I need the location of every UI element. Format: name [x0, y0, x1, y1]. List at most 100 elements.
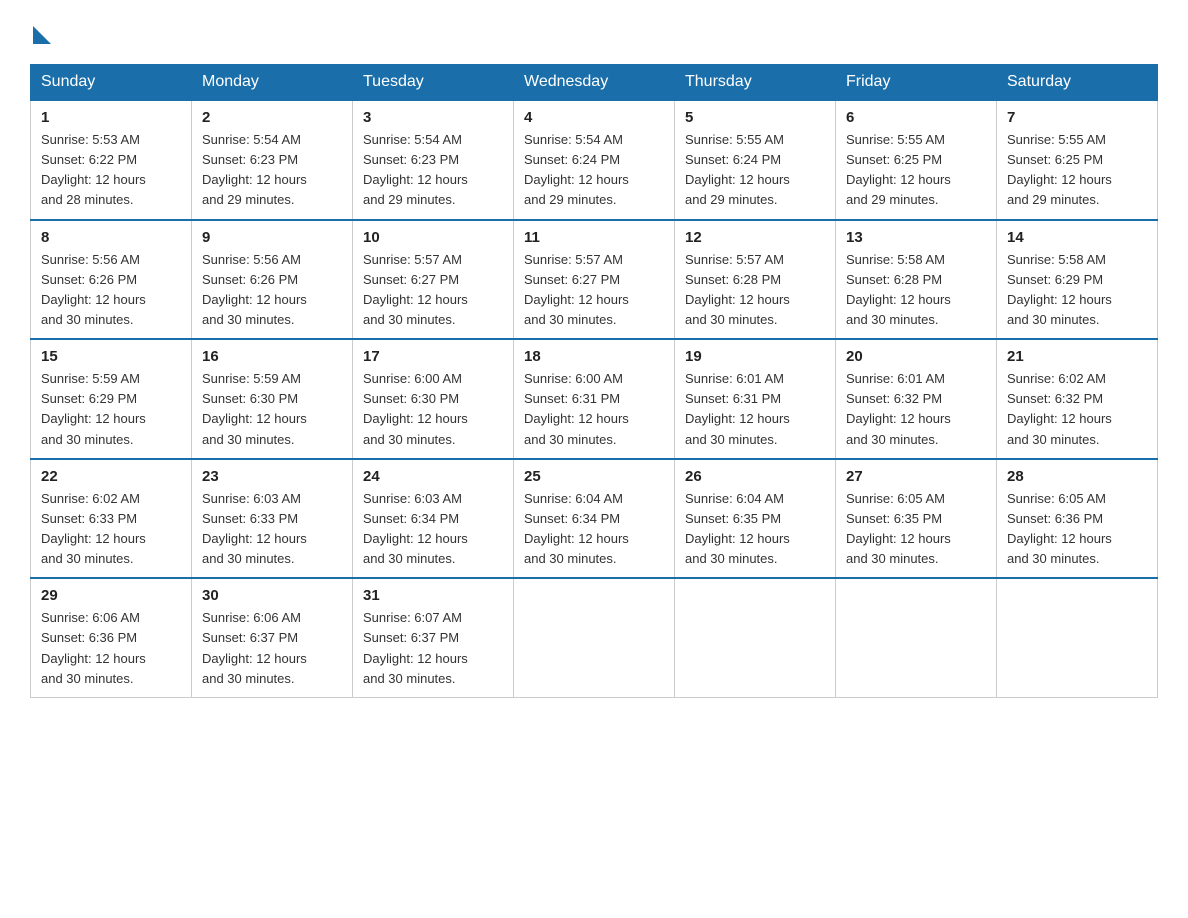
calendar-cell: 13 Sunrise: 5:58 AMSunset: 6:28 PMDaylig…: [836, 220, 997, 340]
calendar-cell: [514, 578, 675, 697]
day-number: 28: [1007, 468, 1147, 485]
day-info: Sunrise: 6:00 AMSunset: 6:31 PMDaylight:…: [524, 371, 629, 446]
calendar-week-3: 15 Sunrise: 5:59 AMSunset: 6:29 PMDaylig…: [31, 339, 1158, 459]
day-number: 10: [363, 229, 503, 246]
calendar-cell: 2 Sunrise: 5:54 AMSunset: 6:23 PMDayligh…: [192, 100, 353, 220]
day-number: 17: [363, 348, 503, 365]
calendar-cell: 12 Sunrise: 5:57 AMSunset: 6:28 PMDaylig…: [675, 220, 836, 340]
day-info: Sunrise: 5:54 AMSunset: 6:24 PMDaylight:…: [524, 132, 629, 207]
day-info: Sunrise: 5:55 AMSunset: 6:24 PMDaylight:…: [685, 132, 790, 207]
calendar-cell: 24 Sunrise: 6:03 AMSunset: 6:34 PMDaylig…: [353, 459, 514, 579]
day-number: 16: [202, 348, 342, 365]
day-number: 18: [524, 348, 664, 365]
column-header-wednesday: Wednesday: [514, 65, 675, 101]
day-number: 26: [685, 468, 825, 485]
calendar-week-1: 1 Sunrise: 5:53 AMSunset: 6:22 PMDayligh…: [31, 100, 1158, 220]
day-info: Sunrise: 6:06 AMSunset: 6:37 PMDaylight:…: [202, 610, 307, 685]
day-info: Sunrise: 5:57 AMSunset: 6:27 PMDaylight:…: [363, 252, 468, 327]
day-info: Sunrise: 6:04 AMSunset: 6:35 PMDaylight:…: [685, 491, 790, 566]
day-info: Sunrise: 5:57 AMSunset: 6:28 PMDaylight:…: [685, 252, 790, 327]
day-info: Sunrise: 5:58 AMSunset: 6:28 PMDaylight:…: [846, 252, 951, 327]
day-number: 31: [363, 587, 503, 604]
calendar-cell: 8 Sunrise: 5:56 AMSunset: 6:26 PMDayligh…: [31, 220, 192, 340]
day-number: 15: [41, 348, 181, 365]
calendar-cell: 7 Sunrise: 5:55 AMSunset: 6:25 PMDayligh…: [997, 100, 1158, 220]
calendar-cell: 10 Sunrise: 5:57 AMSunset: 6:27 PMDaylig…: [353, 220, 514, 340]
day-info: Sunrise: 6:05 AMSunset: 6:35 PMDaylight:…: [846, 491, 951, 566]
day-number: 22: [41, 468, 181, 485]
day-info: Sunrise: 6:01 AMSunset: 6:32 PMDaylight:…: [846, 371, 951, 446]
calendar-cell: 19 Sunrise: 6:01 AMSunset: 6:31 PMDaylig…: [675, 339, 836, 459]
day-number: 27: [846, 468, 986, 485]
day-number: 1: [41, 109, 181, 126]
calendar-week-2: 8 Sunrise: 5:56 AMSunset: 6:26 PMDayligh…: [31, 220, 1158, 340]
column-header-thursday: Thursday: [675, 65, 836, 101]
day-number: 13: [846, 229, 986, 246]
day-info: Sunrise: 5:56 AMSunset: 6:26 PMDaylight:…: [202, 252, 307, 327]
column-header-monday: Monday: [192, 65, 353, 101]
calendar-cell: 16 Sunrise: 5:59 AMSunset: 6:30 PMDaylig…: [192, 339, 353, 459]
logo-arrow-icon: [33, 26, 51, 44]
day-info: Sunrise: 6:05 AMSunset: 6:36 PMDaylight:…: [1007, 491, 1112, 566]
calendar-cell: 5 Sunrise: 5:55 AMSunset: 6:24 PMDayligh…: [675, 100, 836, 220]
day-info: Sunrise: 5:58 AMSunset: 6:29 PMDaylight:…: [1007, 252, 1112, 327]
day-info: Sunrise: 5:55 AMSunset: 6:25 PMDaylight:…: [846, 132, 951, 207]
calendar-header-row: SundayMondayTuesdayWednesdayThursdayFrid…: [31, 65, 1158, 101]
column-header-sunday: Sunday: [31, 65, 192, 101]
column-header-friday: Friday: [836, 65, 997, 101]
calendar-cell: 4 Sunrise: 5:54 AMSunset: 6:24 PMDayligh…: [514, 100, 675, 220]
column-header-tuesday: Tuesday: [353, 65, 514, 101]
day-number: 3: [363, 109, 503, 126]
day-info: Sunrise: 5:55 AMSunset: 6:25 PMDaylight:…: [1007, 132, 1112, 207]
calendar-week-4: 22 Sunrise: 6:02 AMSunset: 6:33 PMDaylig…: [31, 459, 1158, 579]
day-info: Sunrise: 6:06 AMSunset: 6:36 PMDaylight:…: [41, 610, 146, 685]
calendar-cell: 23 Sunrise: 6:03 AMSunset: 6:33 PMDaylig…: [192, 459, 353, 579]
calendar-cell: [836, 578, 997, 697]
page-header: [30, 20, 1158, 44]
day-number: 29: [41, 587, 181, 604]
day-number: 21: [1007, 348, 1147, 365]
calendar-cell: [997, 578, 1158, 697]
calendar-cell: [675, 578, 836, 697]
day-info: Sunrise: 5:53 AMSunset: 6:22 PMDaylight:…: [41, 132, 146, 207]
calendar-cell: 15 Sunrise: 5:59 AMSunset: 6:29 PMDaylig…: [31, 339, 192, 459]
day-number: 24: [363, 468, 503, 485]
day-info: Sunrise: 6:02 AMSunset: 6:33 PMDaylight:…: [41, 491, 146, 566]
calendar-cell: 6 Sunrise: 5:55 AMSunset: 6:25 PMDayligh…: [836, 100, 997, 220]
calendar-cell: 29 Sunrise: 6:06 AMSunset: 6:36 PMDaylig…: [31, 578, 192, 697]
calendar-cell: 9 Sunrise: 5:56 AMSunset: 6:26 PMDayligh…: [192, 220, 353, 340]
calendar-cell: 22 Sunrise: 6:02 AMSunset: 6:33 PMDaylig…: [31, 459, 192, 579]
day-number: 30: [202, 587, 342, 604]
day-number: 4: [524, 109, 664, 126]
day-number: 14: [1007, 229, 1147, 246]
day-number: 19: [685, 348, 825, 365]
calendar-cell: 28 Sunrise: 6:05 AMSunset: 6:36 PMDaylig…: [997, 459, 1158, 579]
calendar-table: SundayMondayTuesdayWednesdayThursdayFrid…: [30, 64, 1158, 698]
day-number: 12: [685, 229, 825, 246]
day-info: Sunrise: 6:07 AMSunset: 6:37 PMDaylight:…: [363, 610, 468, 685]
day-number: 11: [524, 229, 664, 246]
calendar-cell: 18 Sunrise: 6:00 AMSunset: 6:31 PMDaylig…: [514, 339, 675, 459]
day-number: 5: [685, 109, 825, 126]
day-info: Sunrise: 5:59 AMSunset: 6:30 PMDaylight:…: [202, 371, 307, 446]
day-info: Sunrise: 5:57 AMSunset: 6:27 PMDaylight:…: [524, 252, 629, 327]
day-info: Sunrise: 5:54 AMSunset: 6:23 PMDaylight:…: [363, 132, 468, 207]
calendar-cell: 27 Sunrise: 6:05 AMSunset: 6:35 PMDaylig…: [836, 459, 997, 579]
calendar-cell: 20 Sunrise: 6:01 AMSunset: 6:32 PMDaylig…: [836, 339, 997, 459]
day-info: Sunrise: 6:03 AMSunset: 6:34 PMDaylight:…: [363, 491, 468, 566]
day-number: 8: [41, 229, 181, 246]
day-info: Sunrise: 5:59 AMSunset: 6:29 PMDaylight:…: [41, 371, 146, 446]
day-info: Sunrise: 6:00 AMSunset: 6:30 PMDaylight:…: [363, 371, 468, 446]
calendar-cell: 21 Sunrise: 6:02 AMSunset: 6:32 PMDaylig…: [997, 339, 1158, 459]
day-number: 6: [846, 109, 986, 126]
calendar-cell: 25 Sunrise: 6:04 AMSunset: 6:34 PMDaylig…: [514, 459, 675, 579]
day-number: 20: [846, 348, 986, 365]
day-info: Sunrise: 5:54 AMSunset: 6:23 PMDaylight:…: [202, 132, 307, 207]
day-number: 23: [202, 468, 342, 485]
calendar-week-5: 29 Sunrise: 6:06 AMSunset: 6:36 PMDaylig…: [31, 578, 1158, 697]
day-info: Sunrise: 6:04 AMSunset: 6:34 PMDaylight:…: [524, 491, 629, 566]
calendar-cell: 14 Sunrise: 5:58 AMSunset: 6:29 PMDaylig…: [997, 220, 1158, 340]
day-info: Sunrise: 5:56 AMSunset: 6:26 PMDaylight:…: [41, 252, 146, 327]
calendar-cell: 30 Sunrise: 6:06 AMSunset: 6:37 PMDaylig…: [192, 578, 353, 697]
calendar-cell: 26 Sunrise: 6:04 AMSunset: 6:35 PMDaylig…: [675, 459, 836, 579]
